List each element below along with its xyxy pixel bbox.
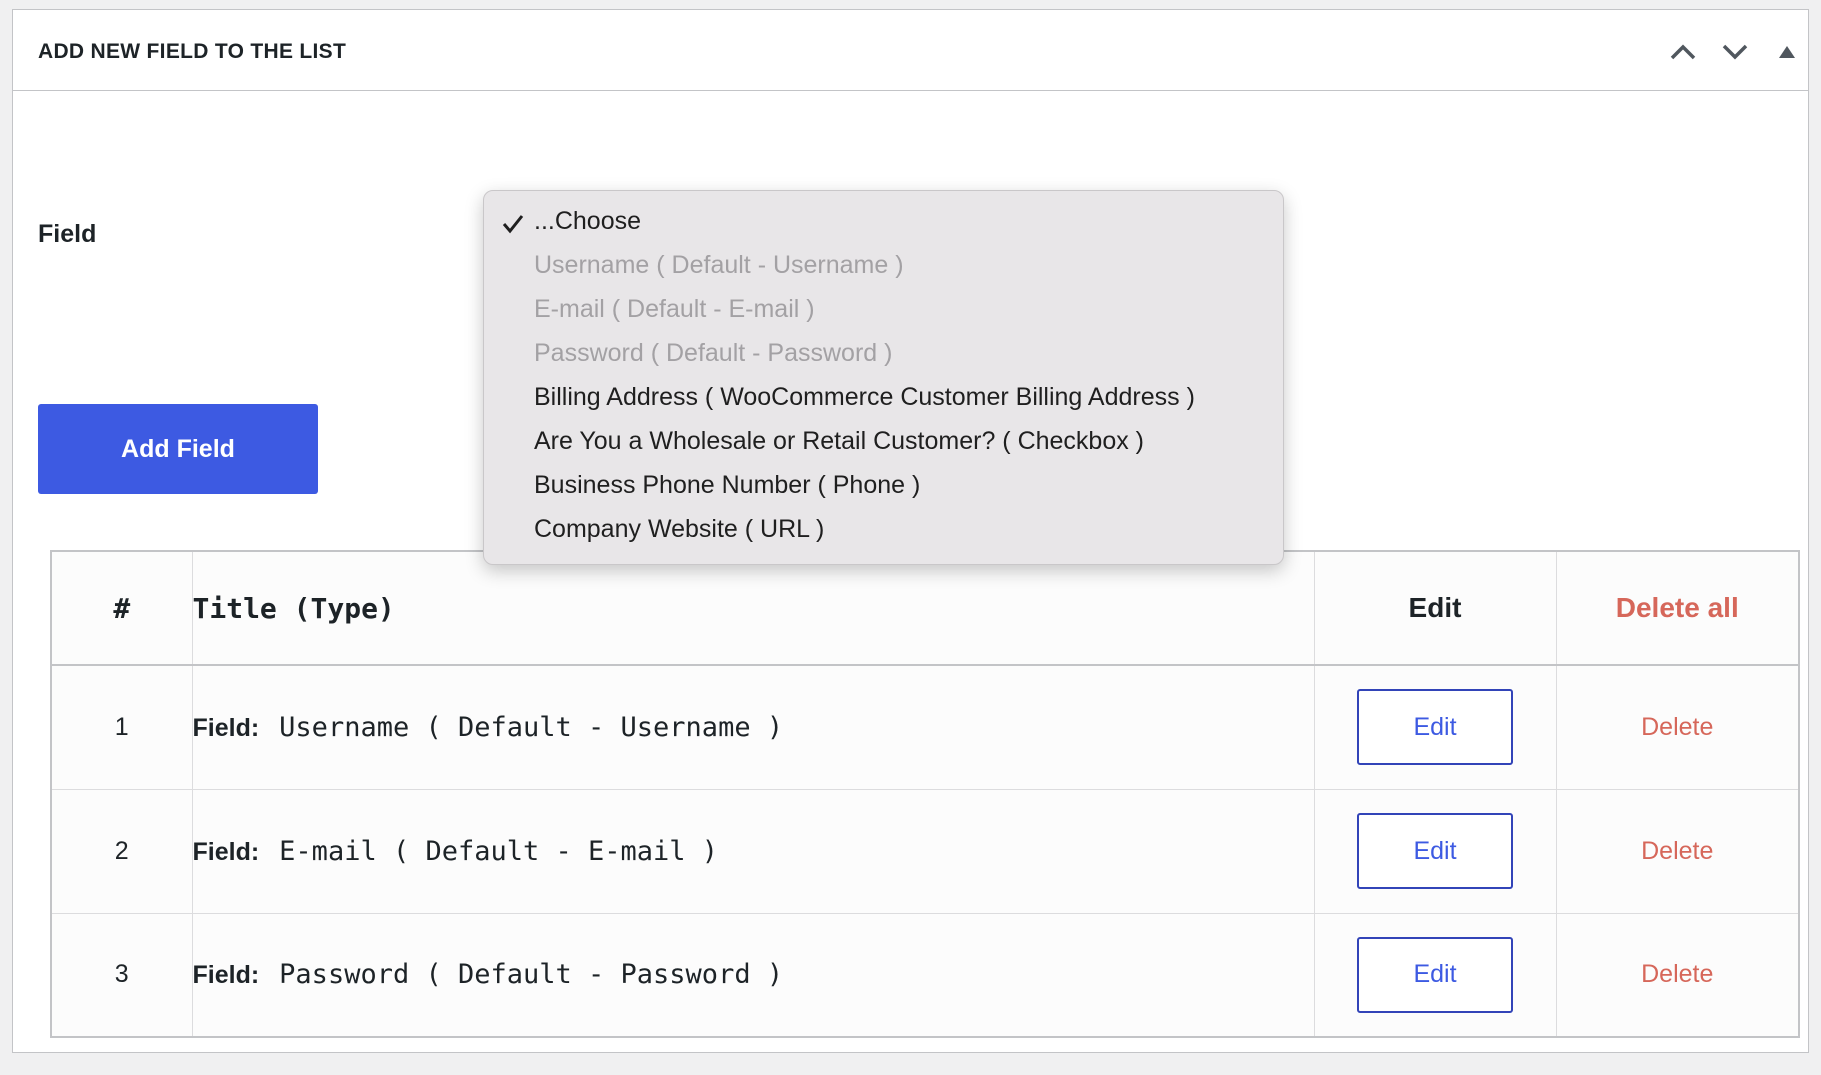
row-delete-cell: Delete [1555, 912, 1800, 1038]
panel-header: ADD NEW FIELD TO THE LIST [13, 10, 1808, 91]
row-edit-cell: Edit [1313, 788, 1557, 914]
edit-button[interactable]: Edit [1357, 936, 1513, 1013]
row-delete-cell: Delete [1555, 664, 1800, 790]
row-delete-cell: Delete [1555, 788, 1800, 914]
dropdown-option-username: Username ( Default - Username ) [534, 251, 904, 279]
delete-link[interactable]: Delete [1641, 837, 1713, 865]
chevron-up-icon [1670, 44, 1696, 60]
field-prefix: Field: [192, 961, 260, 990]
delete-link[interactable]: Delete [1641, 713, 1713, 741]
field-list-panel: ADD NEW FIELD TO THE LIST Field Add Fiel… [12, 9, 1809, 1053]
row-title: Field: Username ( Default - Username ) [191, 664, 1315, 790]
header-edit: Edit [1313, 550, 1557, 666]
row-edit-cell: Edit [1313, 912, 1557, 1038]
field-label: Field [38, 220, 97, 248]
field-prefix: Field: [192, 713, 260, 742]
field-prefix: Field: [192, 837, 260, 866]
header-number: # [50, 550, 193, 666]
dropdown-option-password: Password ( Default - Password ) [534, 339, 893, 367]
edit-button[interactable]: Edit [1357, 689, 1513, 766]
row-title: Field: E-mail ( Default - E-mail ) [191, 788, 1315, 914]
delete-all-link[interactable]: Delete all [1555, 550, 1800, 666]
panel-title: ADD NEW FIELD TO THE LIST [38, 40, 347, 63]
edit-button[interactable]: Edit [1357, 813, 1513, 889]
triangle-up-icon [1779, 46, 1795, 58]
table-row: 2 Field: E-mail ( Default - E-mail ) Edit… [50, 788, 1800, 914]
delete-link[interactable]: Delete [1641, 960, 1713, 988]
move-down-button[interactable] [1715, 34, 1755, 70]
fields-table: # Title (Type) Edit Delete all 1 Field: U… [50, 550, 1800, 1038]
row-number: 3 [50, 912, 193, 1038]
add-field-button[interactable]: Add Field [38, 404, 318, 494]
toggle-panel-button[interactable] [1767, 34, 1807, 70]
row-edit-cell: Edit [1313, 664, 1557, 790]
dropdown-option-email: E-mail ( Default - E-mail ) [534, 295, 815, 323]
chevron-down-icon [1722, 44, 1748, 60]
table-row: 1 Field: Username ( Default - Username ) … [50, 664, 1800, 790]
row-number: 2 [50, 788, 193, 914]
dropdown-option-company-website[interactable]: Company Website ( URL ) [534, 509, 824, 549]
dropdown-option-choose[interactable]: ...Choose [534, 201, 641, 241]
row-title: Field: Password ( Default - Password ) [191, 912, 1315, 1038]
field-select-dropdown[interactable]: ...Choose Username ( Default - Username … [483, 190, 1284, 565]
field-value: E-mail ( Default - E-mail ) [279, 835, 719, 867]
field-value: Username ( Default - Username ) [279, 711, 784, 743]
table-row: 3 Field: Password ( Default - Password ) … [50, 912, 1800, 1038]
checkmark-icon [502, 215, 524, 234]
table-header-row: # Title (Type) Edit Delete all [50, 550, 1800, 666]
dropdown-option-billing-address[interactable]: Billing Address ( WooCommerce Customer B… [534, 377, 1195, 417]
header-title-type: Title (Type) [191, 550, 1315, 666]
dropdown-option-wholesale-retail[interactable]: Are You a Wholesale or Retail Customer? … [534, 421, 1144, 461]
field-value: Password ( Default - Password ) [279, 959, 784, 991]
move-up-button[interactable] [1663, 34, 1703, 70]
dropdown-option-business-phone[interactable]: Business Phone Number ( Phone ) [534, 465, 920, 505]
row-number: 1 [50, 664, 193, 790]
